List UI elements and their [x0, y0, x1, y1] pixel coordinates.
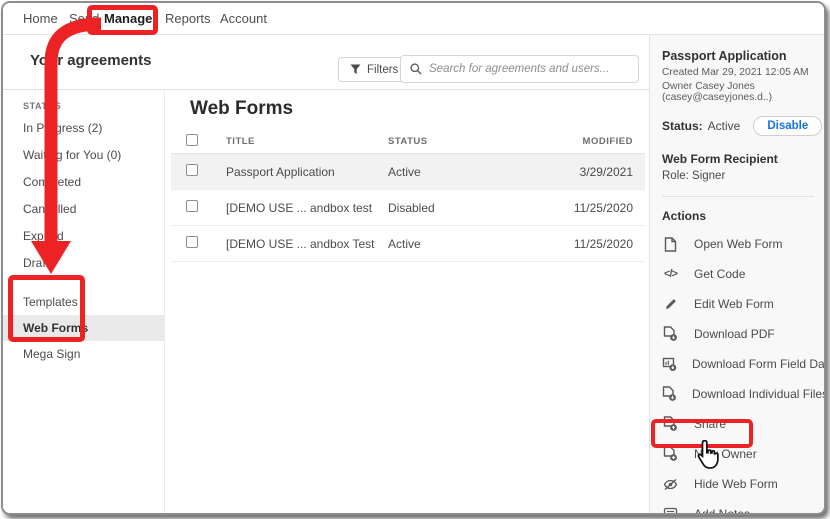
action-open-web-form[interactable]: Open Web Form [662, 229, 814, 259]
new-owner-icon [662, 446, 679, 462]
recipient-header: Web Form Recipient [662, 152, 778, 166]
sidebar-item-completed[interactable]: Completed [3, 169, 164, 196]
action-new-owner[interactable]: New Owner [662, 439, 814, 469]
row-checkbox[interactable] [186, 163, 198, 176]
eye-slash-icon [662, 478, 679, 491]
role-line: Role: Signer [662, 170, 726, 182]
action-edit-web-form[interactable]: Edit Web Form [662, 289, 814, 319]
action-download-pdf[interactable]: Download PDF [662, 319, 814, 349]
column-title: TITLE [226, 136, 255, 147]
sidebar: STATUS In Progress (2) Waiting for You (… [3, 90, 165, 513]
agreement-title: Passport Application [662, 49, 787, 63]
sidebar-item-mega-sign[interactable]: Mega Sign [3, 341, 164, 367]
row-checkbox[interactable] [186, 199, 198, 212]
top-navbar: Home Send Manage Reports Account [3, 3, 824, 35]
sidebar-item-web-forms[interactable]: Web Forms [3, 315, 164, 341]
action-download-individual-files[interactable]: Download Individual Files (1) [662, 379, 824, 409]
details-panel: Passport Application Created Mar 29, 202… [649, 35, 824, 513]
row-checkbox[interactable] [186, 235, 198, 248]
row-status: Active [388, 164, 421, 179]
disable-button[interactable]: Disable [753, 116, 823, 136]
status-value: Active [707, 119, 741, 133]
section-title: Web Forms [190, 98, 294, 119]
nav-manage[interactable]: Manage [104, 11, 152, 26]
panel-divider [662, 196, 814, 197]
sidebar-item-waiting-for-you[interactable]: Waiting for You (0) [3, 142, 164, 169]
nav-home[interactable]: Home [23, 11, 58, 26]
filter-funnel-icon [350, 64, 361, 75]
row-status: Active [388, 236, 421, 251]
row-title: [DEMO USE ... andbox Test [226, 236, 375, 251]
row-title: Passport Application [226, 164, 335, 179]
nav-send[interactable]: Send [69, 11, 99, 26]
search-icon [410, 63, 422, 75]
action-get-code[interactable]: </> Get Code [662, 259, 814, 289]
action-share[interactable]: Share [662, 409, 814, 439]
row-modified: 3/29/2021 [579, 164, 633, 179]
download-file-icon [662, 386, 677, 402]
status-filter-list: In Progress (2) Waiting for You (0) Comp… [3, 115, 164, 277]
column-status: STATUS [388, 136, 428, 147]
nav-reports[interactable]: Reports [165, 11, 211, 26]
share-icon [662, 416, 679, 432]
app-window: Home Send Manage Reports Account Your ag… [1, 1, 826, 515]
row-modified: 11/25/2020 [573, 200, 633, 215]
owner-info: Owner Casey Jones (casey@caseyjones.d..) [662, 81, 773, 103]
web-forms-table: TITLE STATUS MODIFIED Passport Applicati… [171, 130, 645, 262]
sidebar-item-templates[interactable]: Templates [3, 289, 164, 315]
sidebar-item-draft[interactable]: Draft [3, 250, 164, 277]
document-icon [662, 236, 679, 252]
actions-header: Actions [662, 209, 707, 223]
pencil-icon [662, 297, 679, 311]
action-download-form-field-data[interactable]: Download Form Field Data [662, 349, 824, 379]
created-date: Created Mar 29, 2021 12:05 AM [662, 66, 809, 78]
nav-account[interactable]: Account [220, 11, 267, 26]
status-row: Status: Active Disable [662, 116, 823, 136]
sidebar-status-header: STATUS [23, 101, 62, 111]
table-header-row: TITLE STATUS MODIFIED [171, 130, 645, 154]
status-label: Status: [662, 119, 703, 133]
action-add-notes[interactable]: Add Notes [662, 499, 814, 513]
row-modified: 11/25/2020 [573, 236, 633, 251]
row-status: Disabled [388, 200, 435, 215]
table-row[interactable]: Passport Application Active 3/29/2021 [171, 154, 645, 190]
table-row[interactable]: [DEMO USE ... andbox Test Active 11/25/2… [171, 226, 645, 262]
sidebar-item-cancelled[interactable]: Cancelled [3, 196, 164, 223]
select-all-checkbox[interactable] [186, 133, 198, 146]
page-header: Your agreements Filters Search for agree… [3, 35, 649, 90]
search-placeholder: Search for agreements and users... [429, 63, 610, 75]
search-input[interactable]: Search for agreements and users... [400, 55, 639, 83]
sidebar-section-list: Templates Web Forms Mega Sign [3, 289, 164, 367]
download-pdf-icon [662, 326, 679, 342]
actions-list: Open Web Form </> Get Code Edit Web Form… [662, 229, 824, 513]
sidebar-item-in-progress[interactable]: In Progress (2) [3, 115, 164, 142]
table-row[interactable]: [DEMO USE ... andbox test Disabled 11/25… [171, 190, 645, 226]
download-data-icon [662, 356, 677, 372]
sidebar-item-expired[interactable]: Expired [3, 223, 164, 250]
page-title: Your agreements [30, 52, 152, 69]
row-title: [DEMO USE ... andbox test [226, 200, 373, 215]
column-modified: MODIFIED [582, 136, 633, 147]
main-content: Web Forms TITLE STATUS MODIFIED Passport… [165, 90, 649, 513]
speech-bubble-icon [662, 507, 679, 513]
code-icon: </> [664, 268, 678, 280]
filters-button-label: Filters [367, 63, 399, 76]
action-hide-web-form[interactable]: Hide Web Form [662, 469, 814, 499]
